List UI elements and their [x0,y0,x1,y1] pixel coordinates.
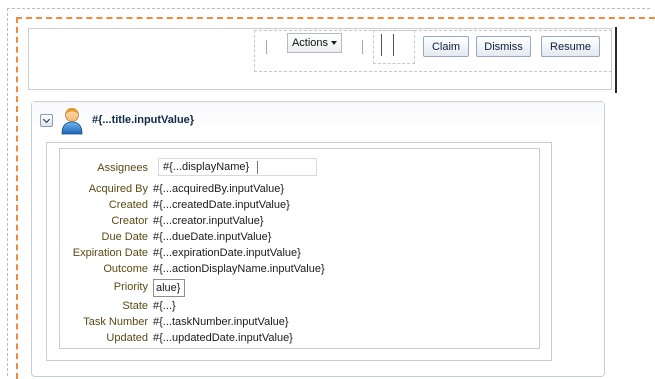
task-number-label: Task Number [83,316,148,328]
toolbar-separator [362,40,363,54]
created-label: Created [108,199,148,211]
dismiss-button[interactable]: Dismiss [476,36,531,57]
task-title: #{...title.inputValue} [92,114,195,126]
due-date-value: #{...dueDate.inputValue} [153,231,272,243]
grip-line [381,34,389,56]
outcome-label: Outcome [103,263,148,275]
task-number-value: #{...taskNumber.inputValue} [153,316,289,328]
resume-button[interactable]: Resume [541,36,600,57]
actions-menu-button[interactable]: Actions [287,33,342,53]
outcome-value: #{...actionDisplayName.inputValue} [153,263,325,275]
expiration-date-value: #{...expirationDate.inputValue} [153,247,301,259]
text-cursor [257,161,258,174]
assignees-label: Assignees [97,162,148,174]
assignees-value: #{...displayName} [163,161,250,173]
due-date-label: Due Date [101,231,148,243]
created-value: #{...createdDate.inputValue} [153,199,290,211]
creator-value: #{...creator.inputValue} [153,215,264,227]
priority-label: Priority [113,281,148,293]
toolbar-separator [266,40,267,54]
state-value: #{...} [153,300,176,312]
priority-field[interactable]: alue} [153,279,185,297]
grip-line [393,34,401,56]
creator-label: Creator [111,215,148,227]
actions-label: Actions [291,37,329,49]
toolbar-divider [615,27,617,93]
disclosure-icon[interactable] [40,114,53,127]
acquired-by-value: #{...acquiredBy.inputValue} [153,183,285,195]
chevron-down-icon [331,41,338,45]
expiration-date-label: Expiration Date [72,247,148,259]
updated-label: Updated [106,332,148,344]
state-label: State [122,300,148,312]
toolbar-grip-handle[interactable] [381,34,401,56]
updated-value: #{...updatedDate.inputValue} [153,332,293,344]
user-icon [61,108,83,135]
claim-button[interactable]: Claim [423,36,469,57]
acquired-by-label: Acquired By [88,183,148,195]
